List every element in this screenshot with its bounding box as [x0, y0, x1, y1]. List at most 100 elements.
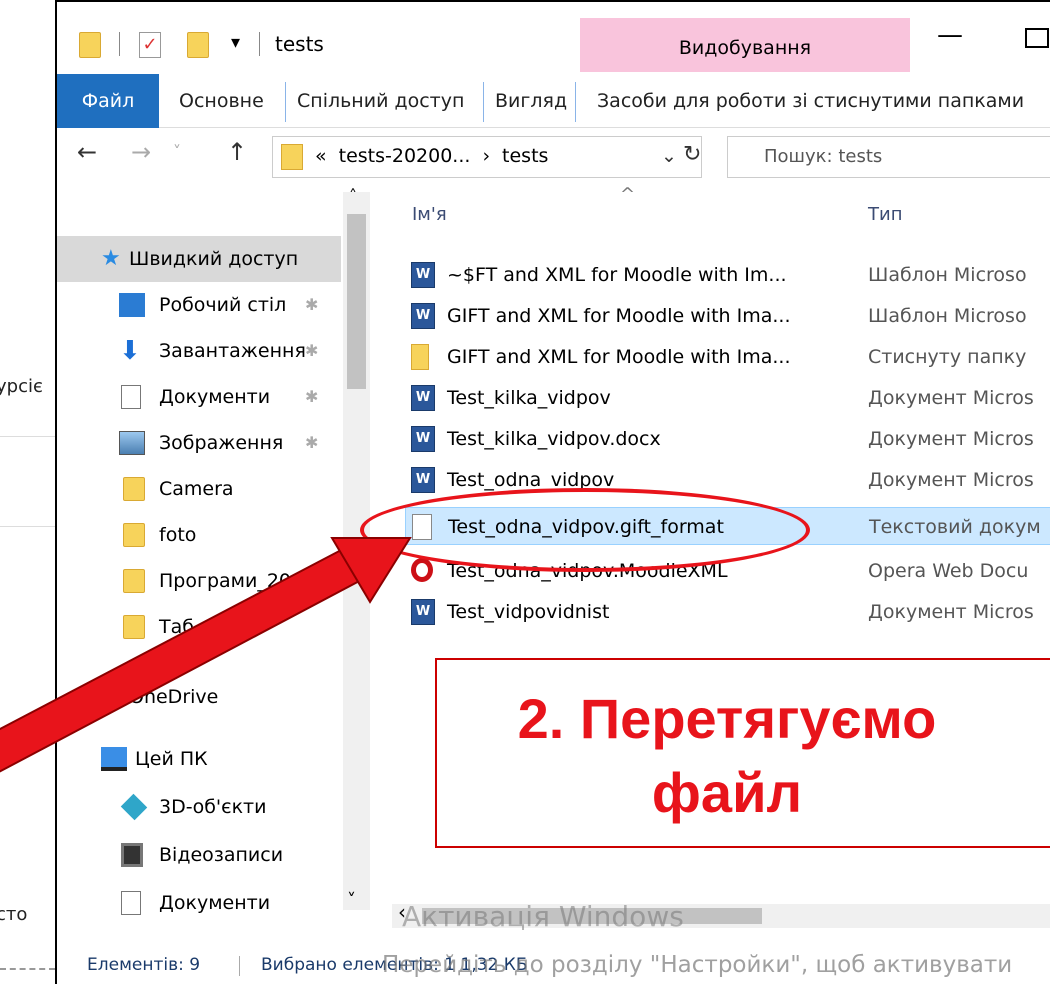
- breadcrumb-item[interactable]: tests: [502, 145, 548, 167]
- address-field[interactable]: « tests-20200... › tests ⌄ ↻: [272, 136, 702, 178]
- word-doc-icon: W: [411, 385, 435, 411]
- ribbon-tabs: Файл Основне Спільний доступ Вигляд Засо…: [57, 74, 1050, 128]
- word-template-icon: W: [411, 262, 435, 288]
- nav-item-label: Camera: [159, 478, 234, 500]
- background-divider: [0, 436, 55, 437]
- word-doc-icon: W: [411, 426, 435, 452]
- folder-icon: [123, 477, 145, 501]
- zip-folder-icon: [411, 344, 429, 370]
- file-row[interactable]: GIFT and XML for Moodle with Ima... Стис…: [405, 338, 1050, 376]
- document-icon: [121, 385, 141, 409]
- nav-item-label: Зображення: [159, 432, 284, 454]
- tab-home[interactable]: Основне: [169, 74, 274, 128]
- nav-item-desktop[interactable]: Робочий стіл ✱: [57, 282, 341, 328]
- address-dropdown-chevron-icon[interactable]: ⌄: [661, 145, 677, 167]
- nav-item-documents[interactable]: Документи ✱: [57, 374, 341, 420]
- breadcrumb-separator: ›: [482, 145, 491, 167]
- scroll-down-arrow-icon[interactable]: ˅: [347, 890, 356, 911]
- breadcrumb: « tests-20200... › tests: [309, 145, 554, 167]
- nav-item-quick-access[interactable]: ★ Швидкий доступ: [57, 236, 341, 282]
- file-row[interactable]: W GIFT and XML for Moodle with Ima... Ша…: [405, 297, 1050, 335]
- window-title: tests: [275, 32, 324, 56]
- file-name: Test_vidpovidnist: [447, 601, 610, 623]
- file-row[interactable]: W Test_vidpovidnist Документ Micros: [405, 593, 1050, 631]
- background-text-fragment: сто: [0, 904, 28, 925]
- sort-ascending-caret-icon: ^: [620, 184, 636, 205]
- desktop-icon: [119, 293, 145, 317]
- windows-activation-hint: Перейдіть до розділу "Настройки", щоб ак…: [382, 952, 1013, 978]
- background-text-fragment: урсіє: [0, 376, 43, 397]
- nav-item-downloads[interactable]: ⬇ Завантаження ✱: [57, 328, 341, 374]
- pin-icon: ✱: [305, 433, 319, 452]
- file-name: Test_kilka_vidpov: [447, 387, 611, 409]
- column-header-type[interactable]: Тип: [868, 204, 902, 225]
- scroll-up-arrow-icon[interactable]: ˄: [349, 186, 357, 205]
- annotation-drag-arrow: [0, 537, 412, 773]
- tab-share[interactable]: Спільний доступ: [287, 74, 474, 128]
- file-type: Документ Micros: [868, 387, 1034, 409]
- nav-item-videos[interactable]: Відеозаписи: [57, 832, 341, 878]
- search-input[interactable]: Пошук: tests: [727, 136, 1050, 178]
- tab-separator: [285, 82, 286, 122]
- tab-separator: [483, 82, 484, 122]
- up-arrow-icon[interactable]: ↑: [227, 138, 247, 166]
- file-name: GIFT and XML for Moodle with Ima...: [447, 305, 791, 327]
- nav-item-camera[interactable]: Camera: [57, 466, 341, 512]
- recent-locations-chevron-icon[interactable]: ˅: [173, 142, 181, 161]
- word-template-icon: W: [411, 303, 435, 329]
- address-bar-row: ← → ˅ ↑ « tests-20200... › tests ⌄ ↻ Пошук:…: [57, 128, 1050, 184]
- file-row[interactable]: W ~$FT and XML for Moodle with Im... Шаб…: [405, 256, 1050, 294]
- file-type: Документ Micros: [868, 601, 1034, 623]
- scrollbar-thumb[interactable]: [347, 214, 366, 389]
- tab-compressed-tools[interactable]: Засоби для роботи зі стиснутими папками: [587, 74, 1034, 128]
- word-doc-icon: W: [411, 467, 435, 493]
- annotation-line-2: файл: [651, 761, 803, 824]
- back-arrow-icon[interactable]: ←: [77, 138, 97, 166]
- nav-item-documents-pc[interactable]: Документи: [57, 880, 341, 926]
- document-icon: [121, 891, 141, 915]
- nav-item-label: Відеозаписи: [159, 844, 284, 866]
- file-row[interactable]: W Test_kilka_vidpov Документ Micros: [405, 379, 1050, 417]
- annotation-callout: 2. Перетягуємо файл: [435, 658, 1050, 848]
- minimize-button[interactable]: —: [937, 20, 963, 50]
- file-type: Opera Web Docu: [868, 560, 1029, 582]
- breadcrumb-item[interactable]: tests-20200...: [339, 145, 471, 167]
- file-name: GIFT and XML for Moodle with Ima...: [447, 346, 791, 368]
- windows-activation-watermark: Активація Windows: [402, 900, 684, 933]
- tab-file[interactable]: Файл: [57, 74, 159, 128]
- annotation-line-1: 2. Перетягуємо: [517, 687, 937, 750]
- pin-icon: ✱: [305, 387, 319, 406]
- column-header-name[interactable]: Ім'я: [412, 204, 447, 225]
- file-type: Текстовий докум: [869, 516, 1041, 538]
- maximize-button[interactable]: [1025, 28, 1049, 48]
- folder-icon: [79, 32, 101, 58]
- tab-view[interactable]: Вигляд: [485, 74, 577, 128]
- forward-arrow-icon[interactable]: →: [131, 138, 151, 166]
- nav-item-label: Документи: [159, 386, 271, 408]
- properties-check-icon[interactable]: ✓: [139, 32, 161, 58]
- refresh-icon[interactable]: ↻: [683, 142, 701, 167]
- nav-item-label: Робочий стіл: [159, 294, 287, 316]
- picture-icon: [119, 431, 145, 455]
- breadcrumb-overflow[interactable]: «: [315, 145, 327, 167]
- file-row[interactable]: W Test_kilka_vidpov.docx Документ Micros: [405, 420, 1050, 458]
- new-folder-icon[interactable]: [187, 32, 209, 58]
- status-separator: [239, 956, 240, 976]
- nav-item-label: Документи: [159, 892, 271, 914]
- quick-access-dropdown[interactable]: ▾: [231, 32, 240, 53]
- film-icon: [121, 843, 143, 867]
- file-type: Стиснуту папку: [868, 346, 1027, 368]
- pin-icon: ✱: [305, 295, 319, 314]
- file-name: ~$FT and XML for Moodle with Im...: [447, 264, 787, 286]
- download-arrow-icon: ⬇: [119, 336, 141, 366]
- toolbar-separator: [259, 32, 260, 56]
- nav-item-label: Завантаження: [159, 340, 306, 362]
- tab-separator: [575, 82, 576, 122]
- file-name: Test_kilka_vidpov.docx: [447, 428, 661, 450]
- item-count: Елементів: 9: [87, 955, 201, 975]
- folder-icon: [281, 144, 303, 170]
- star-icon: ★: [101, 246, 121, 271]
- nav-item-pictures[interactable]: Зображення ✱: [57, 420, 341, 466]
- file-type: Документ Micros: [868, 469, 1034, 491]
- annotation-text: 2. Перетягуємо файл: [437, 682, 1017, 830]
